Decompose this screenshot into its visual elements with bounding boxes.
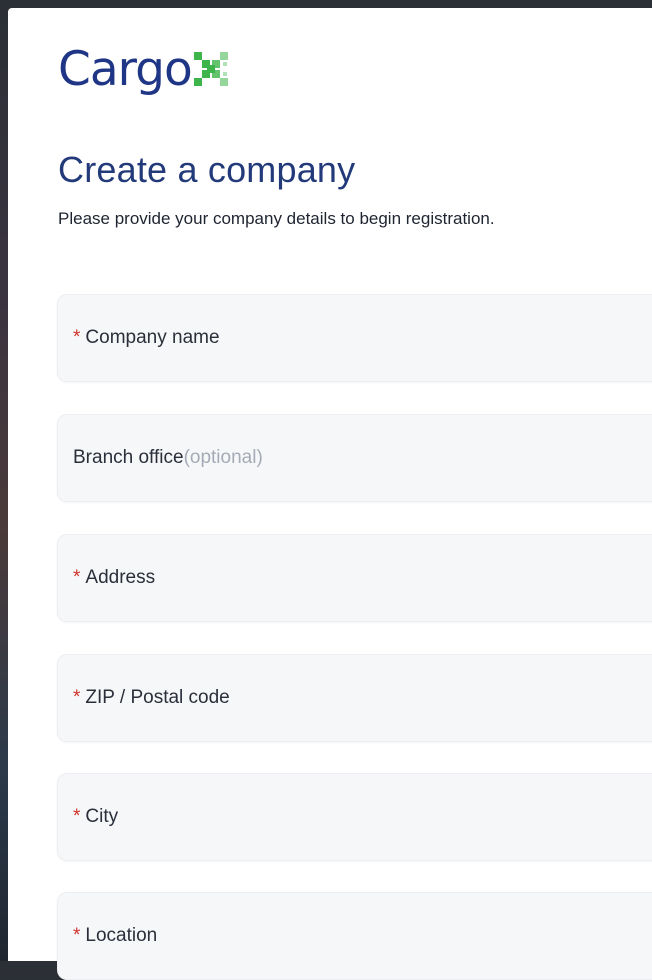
required-marker: * [73,567,81,588]
city-field[interactable]: * City [57,773,652,861]
city-label: * City [73,806,119,827]
address-label: * Address [73,567,156,588]
required-marker: * [73,687,81,708]
branch-office-field[interactable]: Branch office(optional) [57,414,652,502]
branch-office-label: Branch office(optional) [73,447,263,468]
company-name-label: * Company name [73,327,220,348]
logo-x-mark-icon [193,52,228,86]
page-title: Create a company [58,149,356,190]
logo-wordmark: Cargo [58,42,193,97]
optional-hint: (optional) [183,447,263,468]
location-field[interactable]: * Location [57,892,652,980]
required-marker: * [73,925,81,946]
address-field[interactable]: * Address [57,534,652,622]
required-marker: * [73,806,81,827]
location-label: * Location [73,925,158,946]
registration-panel: Cargo Create a company Please provide yo… [8,8,652,980]
zip-postal-code-label: * ZIP / Postal code [73,687,230,708]
cargox-logo: Cargo [58,40,228,116]
page-subtitle: Please provide your company details to b… [58,209,495,228]
required-marker: * [73,327,81,348]
zip-postal-code-field[interactable]: * ZIP / Postal code [57,654,652,742]
company-name-field[interactable]: * Company name [57,294,652,382]
